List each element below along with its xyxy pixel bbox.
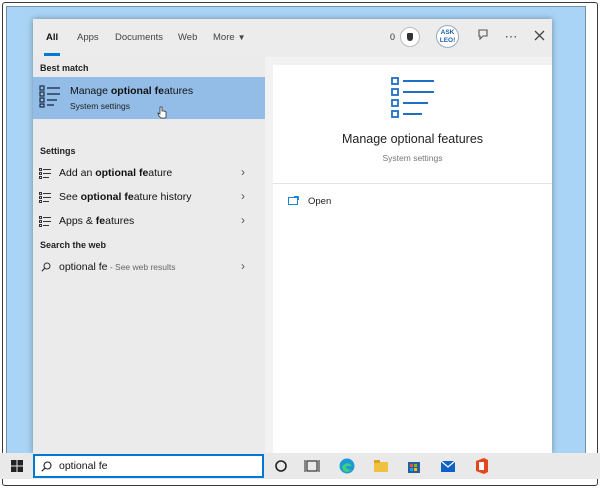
taskbar-search-box[interactable]: optional fe <box>33 454 264 478</box>
best-match-result[interactable]: Manage optional features System settings <box>33 77 265 119</box>
divider <box>273 183 552 184</box>
tab-all[interactable]: All <box>46 32 58 43</box>
tab-more-label: More <box>213 32 235 43</box>
settings-result-optional-feature-history[interactable]: See optional feature history › <box>33 185 265 209</box>
search-web-heading: Search the web <box>40 240 107 250</box>
avatar[interactable]: ASK LEO! <box>436 25 459 48</box>
office-icon[interactable] <box>473 457 491 475</box>
search-tabs-bar: All Apps Documents Web More ▼ 0 ASK LEO! … <box>33 19 552 57</box>
cortana-icon[interactable] <box>272 457 290 475</box>
search-panel: All Apps Documents Web More ▼ 0 ASK LEO! … <box>33 19 552 453</box>
result-label: See optional feature history <box>59 191 192 203</box>
search-input[interactable]: optional fe <box>59 460 107 472</box>
mail-icon[interactable] <box>439 457 457 475</box>
web-result-label: optional fe - See web results <box>59 261 176 273</box>
tab-web[interactable]: Web <box>178 32 197 43</box>
chevron-right-icon[interactable]: › <box>241 189 245 203</box>
tab-apps[interactable]: Apps <box>77 32 99 43</box>
best-match-subtitle: System settings <box>70 101 130 111</box>
settings-result-apps-features[interactable]: Apps & features › <box>33 209 265 233</box>
settings-heading: Settings <box>40 146 76 156</box>
list-settings-icon <box>39 85 60 108</box>
list-settings-icon <box>39 192 51 203</box>
trophy-icon[interactable] <box>400 27 420 47</box>
open-icon <box>288 196 299 205</box>
hand-cursor-icon <box>157 106 167 119</box>
settings-result-add-optional-feature[interactable]: Add an optional feature › <box>33 161 265 185</box>
preview-subtitle: System settings <box>382 153 443 163</box>
open-action[interactable]: Open <box>308 196 331 207</box>
file-explorer-icon[interactable] <box>372 457 390 475</box>
active-tab-indicator <box>44 53 60 56</box>
best-match-title: Manage optional features <box>70 85 194 97</box>
result-label: Apps & features <box>59 215 135 227</box>
chevron-right-icon[interactable]: › <box>241 165 245 179</box>
chevron-right-icon[interactable]: › <box>241 213 245 227</box>
web-search-result[interactable]: optional fe - See web results › <box>33 255 265 279</box>
list-settings-icon <box>39 168 51 179</box>
list-settings-icon <box>391 77 434 118</box>
more-options-icon[interactable]: ⋯ <box>502 28 520 46</box>
results-list: Best match Manage optional features Syst… <box>33 57 265 453</box>
search-icon <box>41 461 52 472</box>
chevron-right-icon[interactable]: › <box>241 259 245 273</box>
tab-documents[interactable]: Documents <box>115 32 163 43</box>
feedback-icon[interactable] <box>474 28 492 46</box>
tab-more[interactable]: More ▼ <box>213 32 246 43</box>
close-icon[interactable] <box>530 28 548 46</box>
result-label: Add an optional feature <box>59 167 173 179</box>
preview-pane: Manage optional features System settings… <box>273 65 552 453</box>
best-match-heading: Best match <box>40 63 89 73</box>
store-icon[interactable] <box>405 457 423 475</box>
search-icon <box>41 262 51 272</box>
edge-icon[interactable] <box>338 457 356 475</box>
preview-title: Manage optional features <box>341 132 484 146</box>
chevron-down-icon: ▼ <box>237 33 246 42</box>
windows-start-icon[interactable] <box>11 460 23 472</box>
rewards-count: 0 <box>390 32 396 42</box>
task-view-icon[interactable] <box>303 457 321 475</box>
taskbar: optional fe <box>0 453 600 479</box>
list-settings-icon <box>39 216 51 227</box>
